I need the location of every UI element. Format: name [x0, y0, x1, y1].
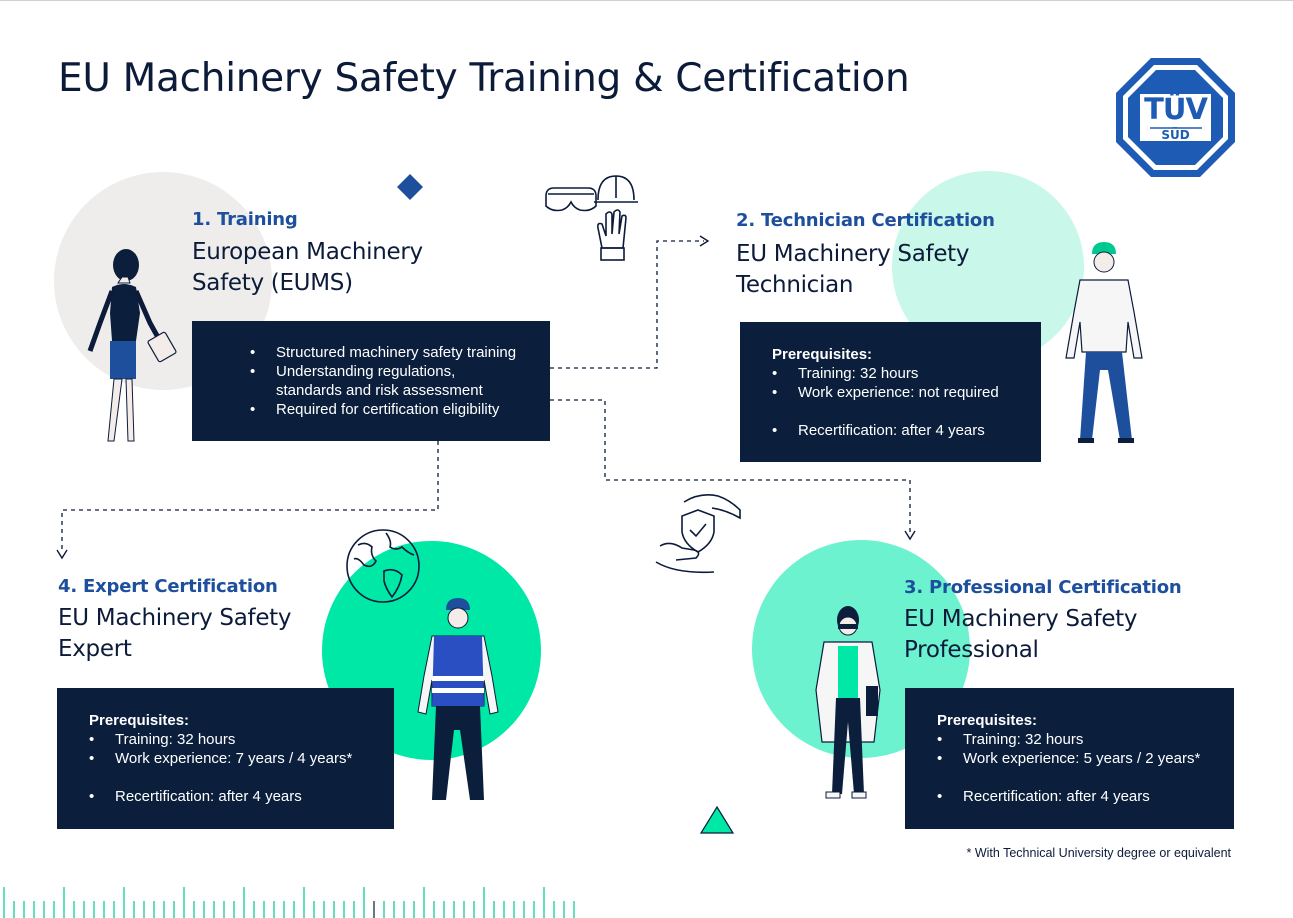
expert-name-line1: EU Machinery Safety [58, 605, 292, 631]
training-bullet-line: standards and risk assessment [276, 382, 483, 399]
professional-name-line1: EU Machinery Safety [904, 606, 1138, 632]
expert-prereq-heading: Prerequisites: [89, 712, 190, 729]
footnote: * With Technical University degree or eq… [966, 846, 1231, 860]
training-bullet: Understanding regulations, standards and … [250, 362, 550, 400]
technician-recertification: Recertification: after 4 years [772, 421, 1041, 440]
training-details-box: Structured machinery safety training Und… [192, 321, 550, 441]
trainee-figure [84, 245, 184, 455]
expert-work-experience: Work experience: 7 years / 4 years* [89, 749, 394, 768]
training-bullet: Structured machinery safety training [250, 343, 550, 362]
expert-step-label: 4. Expert Certification [58, 576, 278, 597]
shield-check-hands-icon [655, 490, 744, 579]
training-name-line2: Safety (EUMS) [192, 270, 353, 296]
safety-glasses-icon [544, 172, 598, 217]
technician-step-label: 2. Technician Certification [736, 210, 995, 231]
training-name-line1: European Machinery [192, 239, 423, 265]
professional-recertification: Recertification: after 4 years [937, 787, 1234, 806]
technician-prereq-heading: Prerequisites: [772, 346, 873, 363]
training-bullet-list: Structured machinery safety training Und… [250, 343, 550, 419]
technician-training-hours: Training: 32 hours [772, 364, 1041, 383]
expert-recertification: Recertification: after 4 years [89, 787, 394, 806]
triangle-icon [699, 805, 735, 839]
glove-icon [594, 208, 630, 269]
training-step-label: 1. Training [192, 209, 298, 230]
expert-details-box: Prerequisites: Training: 32 hours Work e… [57, 688, 394, 829]
professional-work-experience: Work experience: 5 years / 2 years* [937, 749, 1234, 768]
expert-prereq-list: Training: 32 hours Work experience: 7 ye… [89, 730, 394, 806]
professional-figure [808, 602, 892, 811]
decorative-ruler [3, 887, 575, 918]
professional-training-hours: Training: 32 hours [937, 730, 1234, 749]
professional-prereq-heading: Prerequisites: [937, 712, 1038, 729]
expert-figure [412, 596, 502, 809]
professional-step-name: EU Machinery Safety Professional [904, 604, 1138, 666]
professional-step-label: 3. Professional Certification [904, 577, 1182, 598]
training-step-name: European Machinery Safety (EUMS) [192, 237, 423, 299]
globe-icon [344, 527, 422, 610]
training-bullet: Required for certification eligibility [250, 400, 550, 419]
technician-figure [1060, 240, 1150, 450]
technician-name-line1: EU Machinery Safety [736, 241, 970, 267]
professional-name-line2: Professional [904, 637, 1039, 663]
technician-name-line2: Technician [736, 272, 854, 298]
professional-prereq-list: Training: 32 hours Work experience: 5 ye… [937, 730, 1234, 806]
expert-step-name: EU Machinery Safety Expert [58, 603, 292, 665]
technician-work-experience: Work experience: not required [772, 383, 1041, 402]
diamond-icon [397, 174, 423, 205]
hard-hat-icon [592, 172, 640, 213]
technician-details-box: Prerequisites: Training: 32 hours Work e… [740, 322, 1041, 462]
professional-details-box: Prerequisites: Training: 32 hours Work e… [905, 688, 1234, 829]
expert-training-hours: Training: 32 hours [89, 730, 394, 749]
expert-name-line2: Expert [58, 636, 132, 662]
technician-step-name: EU Machinery Safety Technician [736, 239, 970, 301]
technician-prereq-list: Training: 32 hours Work experience: not … [772, 364, 1041, 440]
training-bullet-line: Understanding regulations, [276, 363, 456, 380]
